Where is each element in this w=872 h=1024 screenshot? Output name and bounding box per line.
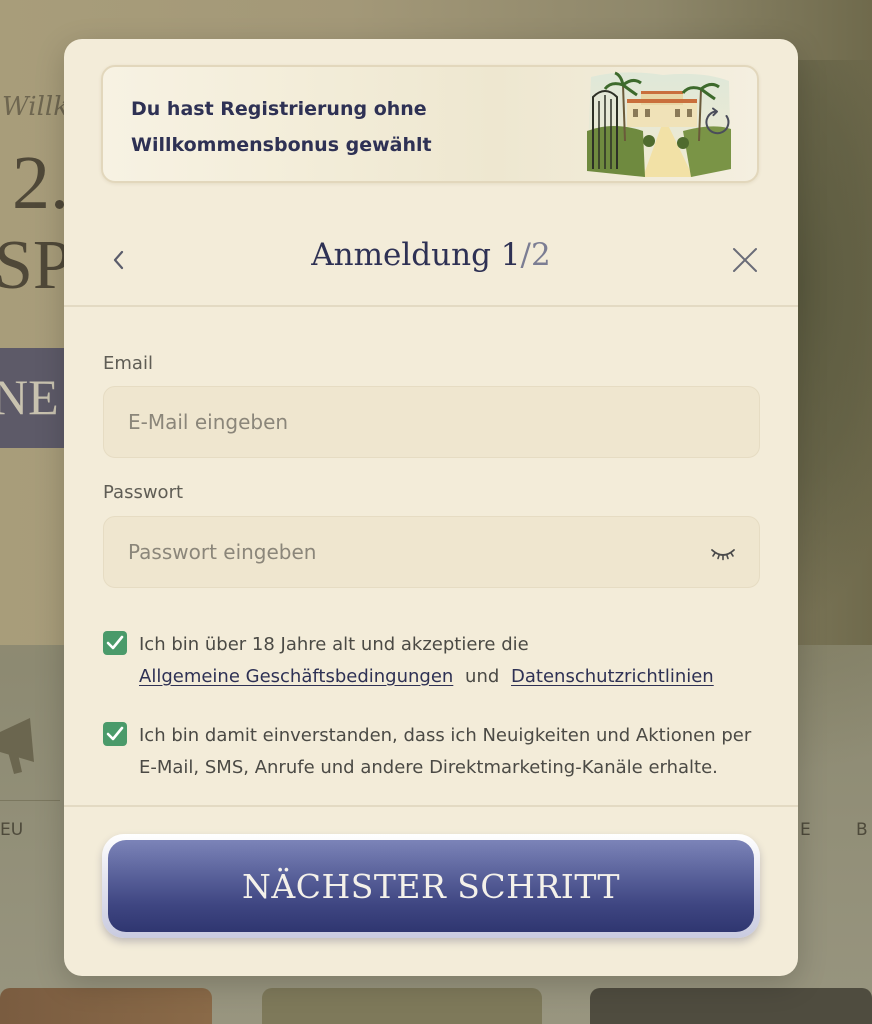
checkmark-icon — [106, 726, 124, 741]
background-register-button-label: NE — [0, 369, 59, 425]
background-promo-amount: 2. — [12, 141, 69, 225]
terms-consent: Ich bin über 18 Jahre alt und akzeptiere… — [103, 629, 763, 693]
marketing-consent: Ich bin damit einverstanden, dass ich Ne… — [103, 720, 763, 784]
step-total: 2 — [530, 237, 551, 273]
email-label: Email — [103, 353, 153, 374]
privacy-link[interactable]: Datenschutzrichtlinien — [511, 666, 714, 687]
password-label: Passwort — [103, 482, 184, 503]
bonus-banner-line1: Du hast Registrierung ohne — [131, 98, 427, 120]
bonus-banner-line2: Willkommensbonus gewählt — [131, 134, 432, 156]
footer-divider — [64, 805, 798, 807]
background-nav-item: B — [856, 820, 868, 840]
marketing-consent-line2: E-Mail, SMS, Anrufe und andere Direktmar… — [139, 757, 718, 778]
password-field-wrapper — [103, 516, 760, 588]
background-megaphone-icon — [0, 712, 40, 782]
background-divider — [0, 800, 60, 801]
password-input[interactable] — [104, 517, 759, 587]
next-step-button-label: NÄCHSTER SCHRITT — [108, 840, 754, 932]
terms-consent-text: Ich bin über 18 Jahre alt und akzeptiere… — [139, 629, 763, 693]
background-nav-item: EU — [0, 820, 24, 840]
terms-link[interactable]: Allgemeine Geschäftsbedingungen — [139, 666, 453, 687]
background-game-tile — [590, 988, 872, 1024]
step-separator: / — [520, 237, 531, 273]
eye-closed-icon[interactable] — [709, 541, 737, 565]
marketing-consent-text: Ich bin damit einverstanden, dass ich Ne… — [139, 720, 763, 784]
step-current: 1 — [500, 237, 521, 273]
refresh-icon[interactable] — [703, 107, 733, 137]
close-icon[interactable] — [728, 243, 762, 277]
email-input[interactable] — [104, 387, 759, 457]
background-game-tile — [0, 988, 212, 1024]
background-nav-item: E — [800, 820, 811, 840]
terms-consent-line1: Ich bin über 18 Jahre alt und akzeptiere… — [139, 634, 529, 655]
background-game-tile — [262, 988, 542, 1024]
consent-and-text: und — [465, 666, 500, 687]
next-step-button[interactable]: NÄCHSTER SCHRITT — [102, 834, 760, 938]
marketing-checkbox[interactable] — [103, 722, 127, 746]
modal-title-label: Anmeldung — [311, 237, 491, 273]
header-divider — [64, 305, 798, 307]
terms-consent-line2: Allgemeine Geschäftsbedingungen und Date… — [139, 661, 763, 693]
email-field-wrapper — [103, 386, 760, 458]
modal-header: Anmeldung 1/2 — [64, 225, 798, 305]
modal-title: Anmeldung 1/2 — [64, 237, 798, 273]
bonus-selection-banner[interactable]: Du hast Registrierung ohne Willkommensbo… — [101, 65, 759, 183]
marketing-consent-line1: Ich bin damit einverstanden, dass ich Ne… — [139, 725, 752, 746]
terms-checkbox[interactable] — [103, 631, 127, 655]
checkmark-icon — [106, 635, 124, 650]
registration-modal: Du hast Registrierung ohne Willkommensbo… — [64, 39, 798, 976]
bonus-banner-text: Du hast Registrierung ohne Willkommensbo… — [131, 91, 451, 163]
